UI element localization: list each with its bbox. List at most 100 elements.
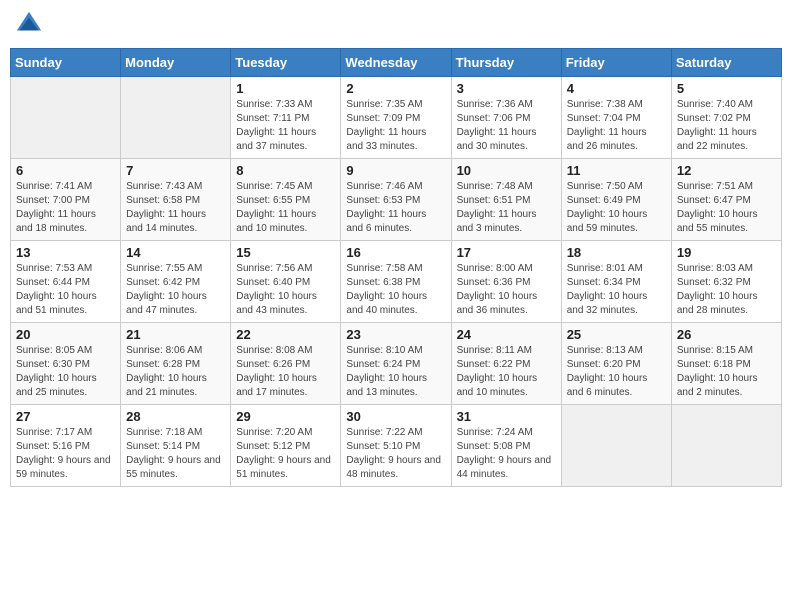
day-info: Sunrise: 7:45 AMSunset: 6:55 PMDaylight:… [236, 181, 316, 234]
day-number: 10 [457, 163, 556, 178]
day-info: Sunrise: 8:01 AMSunset: 6:34 PMDaylight:… [567, 263, 648, 316]
day-info: Sunrise: 7:43 AMSunset: 6:58 PMDaylight:… [126, 181, 206, 234]
day-info: Sunrise: 8:10 AMSunset: 6:24 PMDaylight:… [346, 345, 427, 398]
day-number: 29 [236, 409, 335, 424]
calendar-cell: 1 Sunrise: 7:33 AMSunset: 7:11 PMDayligh… [231, 77, 341, 159]
day-number: 6 [16, 163, 115, 178]
day-number: 1 [236, 81, 335, 96]
day-number: 26 [677, 327, 776, 342]
day-header-saturday: Saturday [671, 49, 781, 77]
calendar-cell: 30 Sunrise: 7:22 AMSunset: 5:10 PMDaylig… [341, 405, 451, 487]
day-header-monday: Monday [121, 49, 231, 77]
calendar-cell: 29 Sunrise: 7:20 AMSunset: 5:12 PMDaylig… [231, 405, 341, 487]
day-info: Sunrise: 8:05 AMSunset: 6:30 PMDaylight:… [16, 345, 97, 398]
day-number: 4 [567, 81, 666, 96]
calendar-table: SundayMondayTuesdayWednesdayThursdayFrid… [10, 48, 782, 487]
day-info: Sunrise: 7:38 AMSunset: 7:04 PMDaylight:… [567, 99, 647, 152]
day-number: 19 [677, 245, 776, 260]
day-info: Sunrise: 8:08 AMSunset: 6:26 PMDaylight:… [236, 345, 317, 398]
day-info: Sunrise: 8:00 AMSunset: 6:36 PMDaylight:… [457, 263, 538, 316]
day-info: Sunrise: 7:50 AMSunset: 6:49 PMDaylight:… [567, 181, 648, 234]
day-info: Sunrise: 7:36 AMSunset: 7:06 PMDaylight:… [457, 99, 537, 152]
day-number: 30 [346, 409, 445, 424]
day-number: 11 [567, 163, 666, 178]
calendar-cell: 3 Sunrise: 7:36 AMSunset: 7:06 PMDayligh… [451, 77, 561, 159]
calendar-cell: 17 Sunrise: 8:00 AMSunset: 6:36 PMDaylig… [451, 241, 561, 323]
calendar-cell: 9 Sunrise: 7:46 AMSunset: 6:53 PMDayligh… [341, 159, 451, 241]
day-number: 20 [16, 327, 115, 342]
calendar-cell: 25 Sunrise: 8:13 AMSunset: 6:20 PMDaylig… [561, 323, 671, 405]
day-number: 18 [567, 245, 666, 260]
day-info: Sunrise: 8:06 AMSunset: 6:28 PMDaylight:… [126, 345, 207, 398]
calendar-cell [561, 405, 671, 487]
calendar-cell [671, 405, 781, 487]
day-number: 16 [346, 245, 445, 260]
calendar-cell: 26 Sunrise: 8:15 AMSunset: 6:18 PMDaylig… [671, 323, 781, 405]
day-header-tuesday: Tuesday [231, 49, 341, 77]
day-info: Sunrise: 7:46 AMSunset: 6:53 PMDaylight:… [346, 181, 426, 234]
calendar-cell: 8 Sunrise: 7:45 AMSunset: 6:55 PMDayligh… [231, 159, 341, 241]
calendar-cell: 15 Sunrise: 7:56 AMSunset: 6:40 PMDaylig… [231, 241, 341, 323]
logo-icon [15, 10, 43, 38]
day-info: Sunrise: 7:22 AMSunset: 5:10 PMDaylight:… [346, 427, 441, 480]
day-info: Sunrise: 7:51 AMSunset: 6:47 PMDaylight:… [677, 181, 758, 234]
day-info: Sunrise: 7:40 AMSunset: 7:02 PMDaylight:… [677, 99, 757, 152]
day-header-thursday: Thursday [451, 49, 561, 77]
calendar-cell: 12 Sunrise: 7:51 AMSunset: 6:47 PMDaylig… [671, 159, 781, 241]
day-number: 31 [457, 409, 556, 424]
calendar-cell: 24 Sunrise: 8:11 AMSunset: 6:22 PMDaylig… [451, 323, 561, 405]
day-number: 23 [346, 327, 445, 342]
day-number: 5 [677, 81, 776, 96]
day-info: Sunrise: 7:53 AMSunset: 6:44 PMDaylight:… [16, 263, 97, 316]
day-number: 3 [457, 81, 556, 96]
calendar-cell: 7 Sunrise: 7:43 AMSunset: 6:58 PMDayligh… [121, 159, 231, 241]
day-number: 17 [457, 245, 556, 260]
calendar-cell: 14 Sunrise: 7:55 AMSunset: 6:42 PMDaylig… [121, 241, 231, 323]
calendar-cell [121, 77, 231, 159]
day-info: Sunrise: 8:13 AMSunset: 6:20 PMDaylight:… [567, 345, 648, 398]
calendar-week-5: 27 Sunrise: 7:17 AMSunset: 5:16 PMDaylig… [11, 405, 782, 487]
calendar-cell: 27 Sunrise: 7:17 AMSunset: 5:16 PMDaylig… [11, 405, 121, 487]
day-info: Sunrise: 7:55 AMSunset: 6:42 PMDaylight:… [126, 263, 207, 316]
day-number: 27 [16, 409, 115, 424]
day-info: Sunrise: 7:58 AMSunset: 6:38 PMDaylight:… [346, 263, 427, 316]
day-number: 15 [236, 245, 335, 260]
calendar-cell: 13 Sunrise: 7:53 AMSunset: 6:44 PMDaylig… [11, 241, 121, 323]
calendar-cell: 16 Sunrise: 7:58 AMSunset: 6:38 PMDaylig… [341, 241, 451, 323]
logo [15, 10, 47, 38]
page-header [10, 10, 782, 38]
calendar-cell: 18 Sunrise: 8:01 AMSunset: 6:34 PMDaylig… [561, 241, 671, 323]
day-info: Sunrise: 7:17 AMSunset: 5:16 PMDaylight:… [16, 427, 111, 480]
calendar-week-1: 1 Sunrise: 7:33 AMSunset: 7:11 PMDayligh… [11, 77, 782, 159]
day-info: Sunrise: 7:24 AMSunset: 5:08 PMDaylight:… [457, 427, 552, 480]
calendar-cell: 11 Sunrise: 7:50 AMSunset: 6:49 PMDaylig… [561, 159, 671, 241]
calendar-cell: 20 Sunrise: 8:05 AMSunset: 6:30 PMDaylig… [11, 323, 121, 405]
day-number: 12 [677, 163, 776, 178]
calendar-cell: 4 Sunrise: 7:38 AMSunset: 7:04 PMDayligh… [561, 77, 671, 159]
day-number: 28 [126, 409, 225, 424]
calendar-cell: 31 Sunrise: 7:24 AMSunset: 5:08 PMDaylig… [451, 405, 561, 487]
day-number: 2 [346, 81, 445, 96]
day-number: 13 [16, 245, 115, 260]
day-number: 9 [346, 163, 445, 178]
day-number: 25 [567, 327, 666, 342]
day-header-sunday: Sunday [11, 49, 121, 77]
day-number: 7 [126, 163, 225, 178]
calendar-week-4: 20 Sunrise: 8:05 AMSunset: 6:30 PMDaylig… [11, 323, 782, 405]
day-info: Sunrise: 7:41 AMSunset: 7:00 PMDaylight:… [16, 181, 96, 234]
calendar-header: SundayMondayTuesdayWednesdayThursdayFrid… [11, 49, 782, 77]
day-info: Sunrise: 8:15 AMSunset: 6:18 PMDaylight:… [677, 345, 758, 398]
calendar-cell: 6 Sunrise: 7:41 AMSunset: 7:00 PMDayligh… [11, 159, 121, 241]
calendar-cell [11, 77, 121, 159]
day-header-wednesday: Wednesday [341, 49, 451, 77]
day-info: Sunrise: 7:56 AMSunset: 6:40 PMDaylight:… [236, 263, 317, 316]
day-info: Sunrise: 7:48 AMSunset: 6:51 PMDaylight:… [457, 181, 537, 234]
day-number: 24 [457, 327, 556, 342]
calendar-cell: 10 Sunrise: 7:48 AMSunset: 6:51 PMDaylig… [451, 159, 561, 241]
calendar-cell: 22 Sunrise: 8:08 AMSunset: 6:26 PMDaylig… [231, 323, 341, 405]
day-info: Sunrise: 7:20 AMSunset: 5:12 PMDaylight:… [236, 427, 331, 480]
day-number: 22 [236, 327, 335, 342]
calendar-cell: 5 Sunrise: 7:40 AMSunset: 7:02 PMDayligh… [671, 77, 781, 159]
calendar-week-2: 6 Sunrise: 7:41 AMSunset: 7:00 PMDayligh… [11, 159, 782, 241]
day-number: 8 [236, 163, 335, 178]
